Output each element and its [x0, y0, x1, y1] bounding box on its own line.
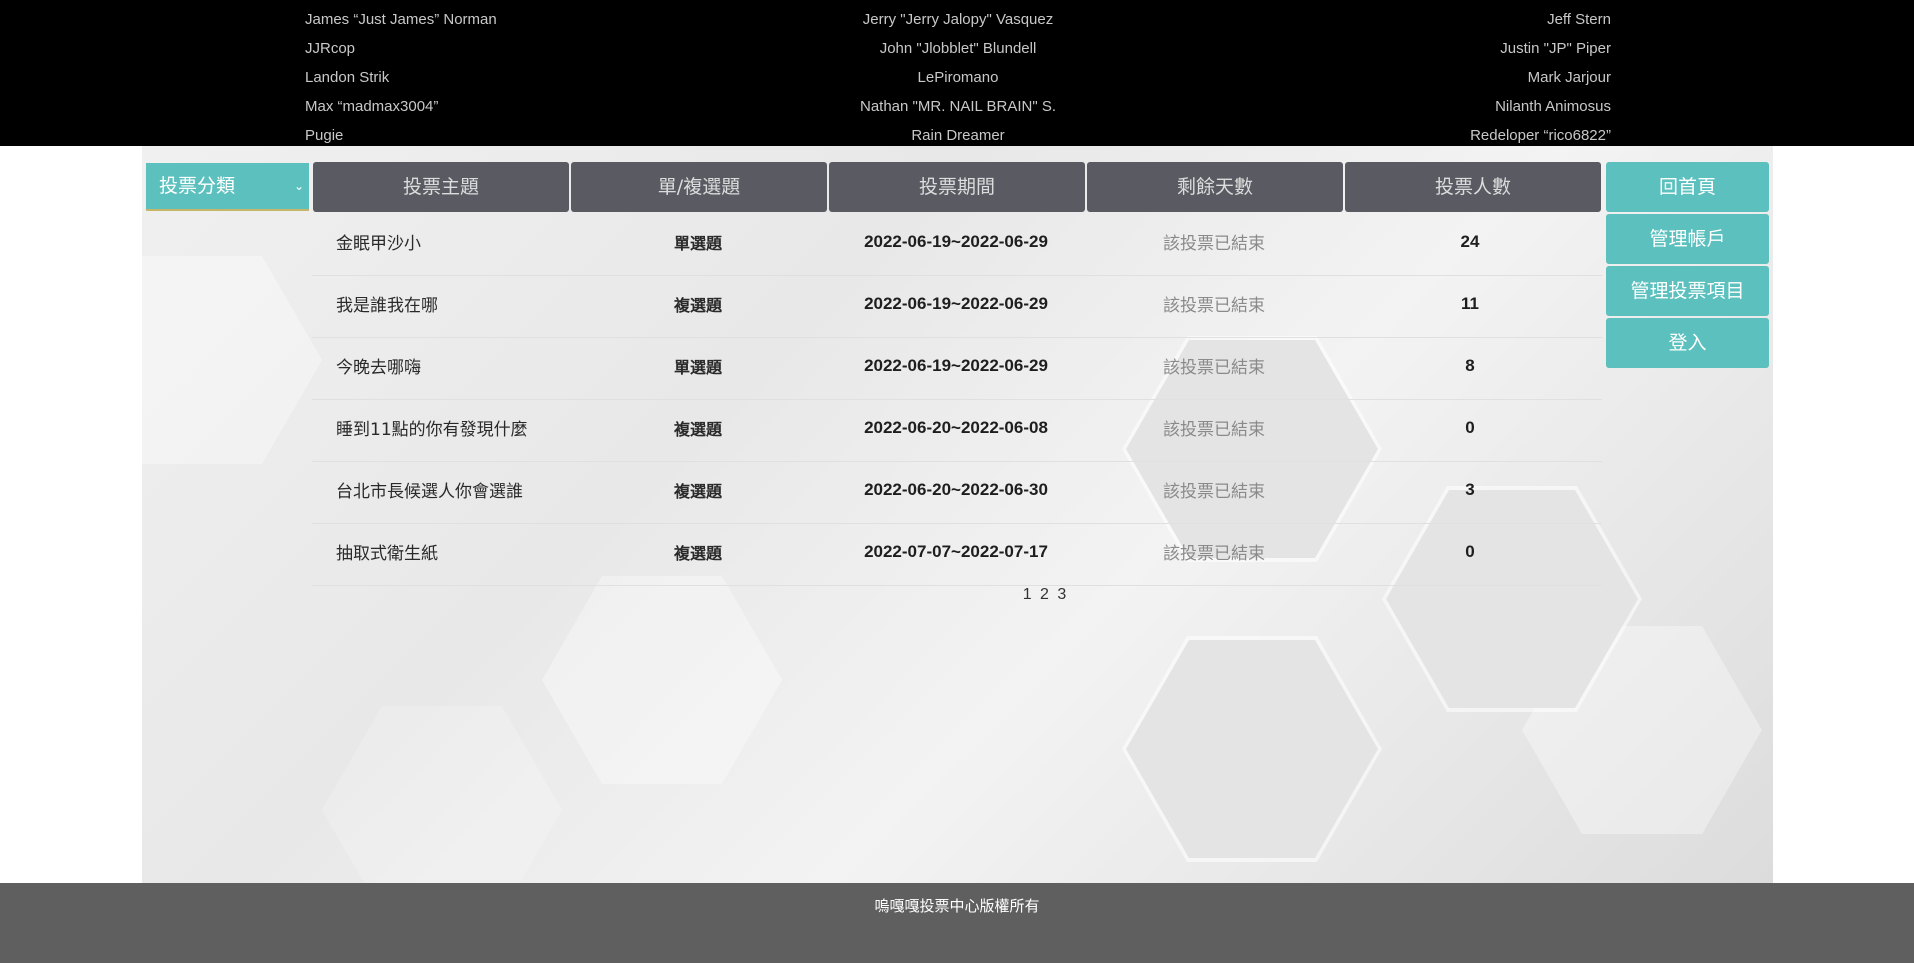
poll-type: 複選題 — [673, 482, 722, 501]
poll-type: 複選題 — [673, 296, 722, 315]
table-row[interactable]: 我是誰我在哪 複選題 2022-06-19~2022-06-29 該投票已結束 … — [312, 275, 1602, 338]
table-row[interactable]: 台北市長候選人你會選誰 複選題 2022-06-20~2022-06-30 該投… — [312, 461, 1602, 524]
column-header-voter-count: 投票人數 — [1345, 162, 1601, 212]
credit-name: Jeff Stern — [1547, 11, 1611, 28]
manage-polls-button[interactable]: 管理投票項目 — [1606, 266, 1769, 316]
poll-type: 單選題 — [673, 234, 722, 253]
manage-accounts-button[interactable]: 管理帳戶 — [1606, 214, 1769, 264]
poll-remaining: 該投票已結束 — [1163, 358, 1265, 378]
main-content: 投票分類 ⌄ 投票主題 單/複選題 投票期間 剩餘天數 投票人數 金眠甲沙小 單… — [142, 146, 1773, 883]
pagination: 1 2 3 — [142, 586, 1773, 604]
poll-remaining: 該投票已結束 — [1163, 482, 1265, 502]
background-hexagon — [542, 576, 782, 784]
credits-row: Max “madmax3004” Nathan "MR. NAIL BRAIN"… — [0, 90, 1914, 119]
poll-type: 複選題 — [673, 544, 722, 563]
poll-remaining: 該投票已結束 — [1163, 234, 1265, 254]
chevron-down-icon: ⌄ — [293, 179, 304, 193]
table-row[interactable]: 今晚去哪嗨 單選題 2022-06-19~2022-06-29 該投票已結束 8 — [312, 337, 1602, 400]
table-row[interactable]: 睡到11點的你有發現什麼 複選題 2022-06-20~2022-06-08 該… — [312, 399, 1602, 462]
poll-remaining: 該投票已結束 — [1163, 420, 1265, 440]
column-header-topic: 投票主題 — [313, 162, 569, 212]
background-hexagon — [1122, 636, 1382, 862]
poll-period: 2022-07-07~2022-07-17 — [864, 542, 1048, 561]
poll-remaining: 該投票已結束 — [1163, 544, 1265, 564]
poll-period: 2022-06-20~2022-06-08 — [864, 418, 1048, 437]
credits-row: JJRcop John "Jlobblet" Blundell Justin "… — [0, 32, 1914, 61]
background-hexagon — [322, 706, 562, 883]
table-row[interactable]: 金眠甲沙小 單選題 2022-06-19~2022-06-29 該投票已結束 2… — [312, 213, 1602, 276]
poll-topic-link[interactable]: 台北市長候選人你會選誰 — [336, 461, 523, 523]
credit-name: Pugie — [305, 127, 344, 144]
credit-name: Rain Dreamer — [911, 127, 1005, 144]
credit-name: James “Just James” Norman — [305, 11, 497, 28]
column-header-period: 投票期間 — [829, 162, 1085, 212]
background-hexagon — [142, 256, 322, 464]
credit-name: Redeloper “rico6822” — [1470, 127, 1611, 144]
credit-name: Justin "JP" Piper — [1500, 40, 1611, 57]
poll-topic-link[interactable]: 今晚去哪嗨 — [336, 337, 421, 399]
credits-row: James “Just James” Norman Jerry "Jerry J… — [0, 3, 1914, 32]
page-link-3[interactable]: 3 — [1057, 586, 1066, 603]
page-link-1[interactable]: 1 — [1023, 586, 1032, 603]
credit-name: John "Jlobblet" Blundell — [879, 40, 1037, 57]
column-header-remaining-days: 剩餘天數 — [1087, 162, 1343, 212]
poll-topic-link[interactable]: 我是誰我在哪 — [336, 275, 438, 337]
category-select[interactable]: 投票分類 ⌄ — [146, 163, 309, 211]
credit-name: Mark Jarjour — [1527, 69, 1611, 86]
poll-topic-link[interactable]: 睡到11點的你有發現什麼 — [336, 399, 528, 461]
poll-voter-count: 0 — [1465, 418, 1475, 437]
footer: 嗚嘎嘎投票中心版權所有 — [0, 883, 1914, 963]
footer-copyright: 嗚嘎嘎投票中心版權所有 — [874, 897, 1040, 915]
page-link-2[interactable]: 2 — [1040, 586, 1049, 603]
credit-name: Jerry "Jerry Jalopy" Vasquez — [862, 11, 1054, 28]
credits-row: Pugie Rain Dreamer Redeloper “rico6822” — [0, 119, 1914, 146]
credit-name: LePiromano — [917, 69, 999, 86]
poll-type: 複選題 — [673, 420, 722, 439]
poll-voter-count: 8 — [1465, 356, 1475, 375]
credits-panel: James “Just James” Norman Jerry "Jerry J… — [0, 0, 1914, 146]
credits-row: Landon Strik LePiromano Mark Jarjour — [0, 61, 1914, 90]
credit-name: Max “madmax3004” — [305, 98, 439, 115]
poll-voter-count: 24 — [1460, 232, 1480, 251]
category-select-value: 投票分類 — [159, 175, 236, 197]
credit-name: Landon Strik — [305, 69, 390, 86]
poll-voter-count: 0 — [1465, 542, 1475, 561]
poll-voter-count: 3 — [1465, 480, 1475, 499]
poll-period: 2022-06-20~2022-06-30 — [864, 480, 1048, 499]
home-button[interactable]: 回首頁 — [1606, 162, 1769, 212]
credit-name: Nilanth Animosus — [1495, 98, 1611, 115]
column-header-type: 單/複選題 — [571, 162, 827, 212]
poll-remaining: 該投票已結束 — [1163, 296, 1265, 316]
table-row[interactable]: 抽取式衛生紙 複選題 2022-07-07~2022-07-17 該投票已結束 … — [312, 523, 1602, 586]
poll-period: 2022-06-19~2022-06-29 — [864, 356, 1048, 375]
poll-period: 2022-06-19~2022-06-29 — [864, 232, 1048, 251]
poll-topic-link[interactable]: 抽取式衛生紙 — [336, 523, 438, 585]
login-button[interactable]: 登入 — [1606, 318, 1769, 368]
credit-name: JJRcop — [305, 40, 356, 57]
poll-period: 2022-06-19~2022-06-29 — [864, 294, 1048, 313]
poll-voter-count: 11 — [1461, 294, 1479, 313]
credit-name: Nathan "MR. NAIL BRAIN" S. — [860, 98, 1056, 115]
poll-type: 單選題 — [673, 358, 722, 377]
poll-topic-link[interactable]: 金眠甲沙小 — [336, 213, 421, 275]
